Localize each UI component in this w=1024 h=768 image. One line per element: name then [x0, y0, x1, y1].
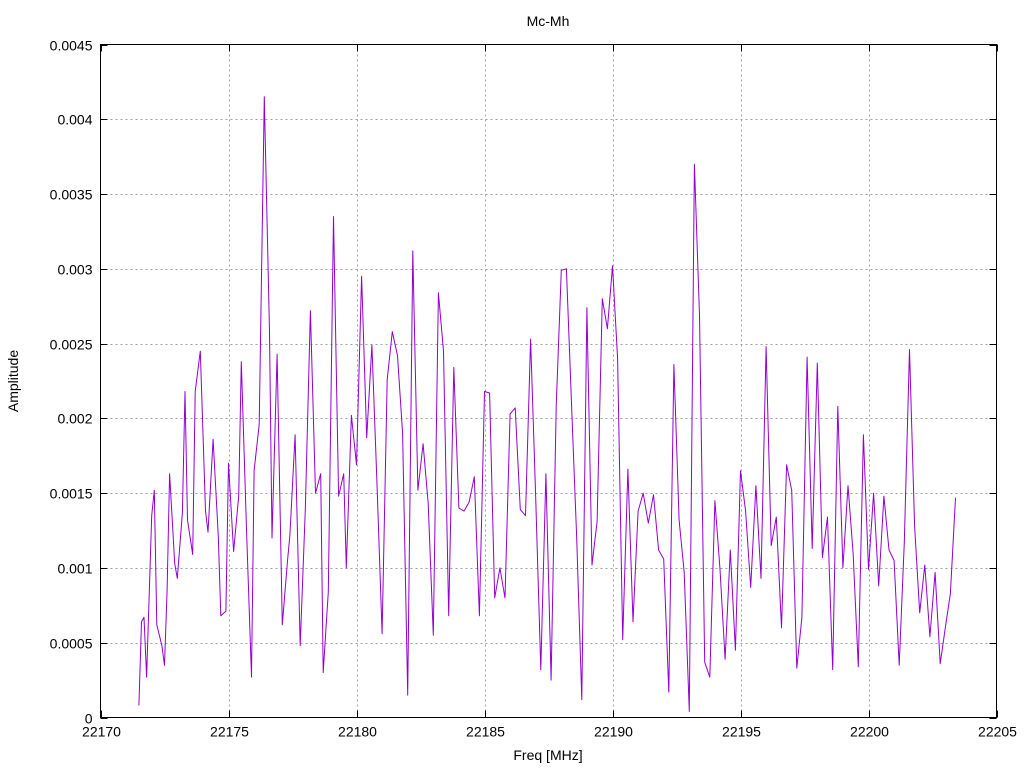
- y-tick-label: 0.0045: [50, 38, 93, 54]
- x-tick-label: 22205: [978, 724, 1017, 740]
- y-tick-label: 0.0025: [50, 337, 93, 353]
- x-tick-label: 22190: [594, 724, 633, 740]
- x-tick-label: 22185: [466, 724, 505, 740]
- x-axis-label: Freq [MHz]: [513, 747, 582, 763]
- grid-lines: [100, 44, 997, 718]
- y-tick-label: 0.002: [57, 411, 92, 427]
- x-tick-label: 22175: [210, 724, 249, 740]
- y-tick-label: 0.001: [57, 561, 92, 577]
- x-tick-label: 22200: [850, 724, 889, 740]
- y-tick-label: 0: [85, 711, 93, 727]
- series-line: [138, 96, 956, 712]
- x-tick-label: 22195: [722, 724, 761, 740]
- series-layer: [138, 96, 956, 712]
- y-tick-label: 0.0005: [50, 636, 93, 652]
- line-chart: 22170 22175 22180 22185 22190 22195 22200 22205…: [5, 13, 1018, 763]
- y-axis-label: Amplitude: [5, 350, 21, 412]
- y-tick-label: 0.0035: [50, 187, 93, 203]
- y-tick-label: 0.0015: [50, 486, 93, 502]
- x-tick-label: 22180: [338, 724, 377, 740]
- plot-frame: [100, 44, 997, 718]
- axis-ticks: 22170 22175 22180 22185 22190 22195 22200 22205…: [50, 38, 1018, 740]
- y-tick-label: 0.003: [57, 262, 92, 278]
- chart-title: Mc-Mh: [527, 13, 570, 29]
- y-tick-label: 0.004: [57, 112, 92, 128]
